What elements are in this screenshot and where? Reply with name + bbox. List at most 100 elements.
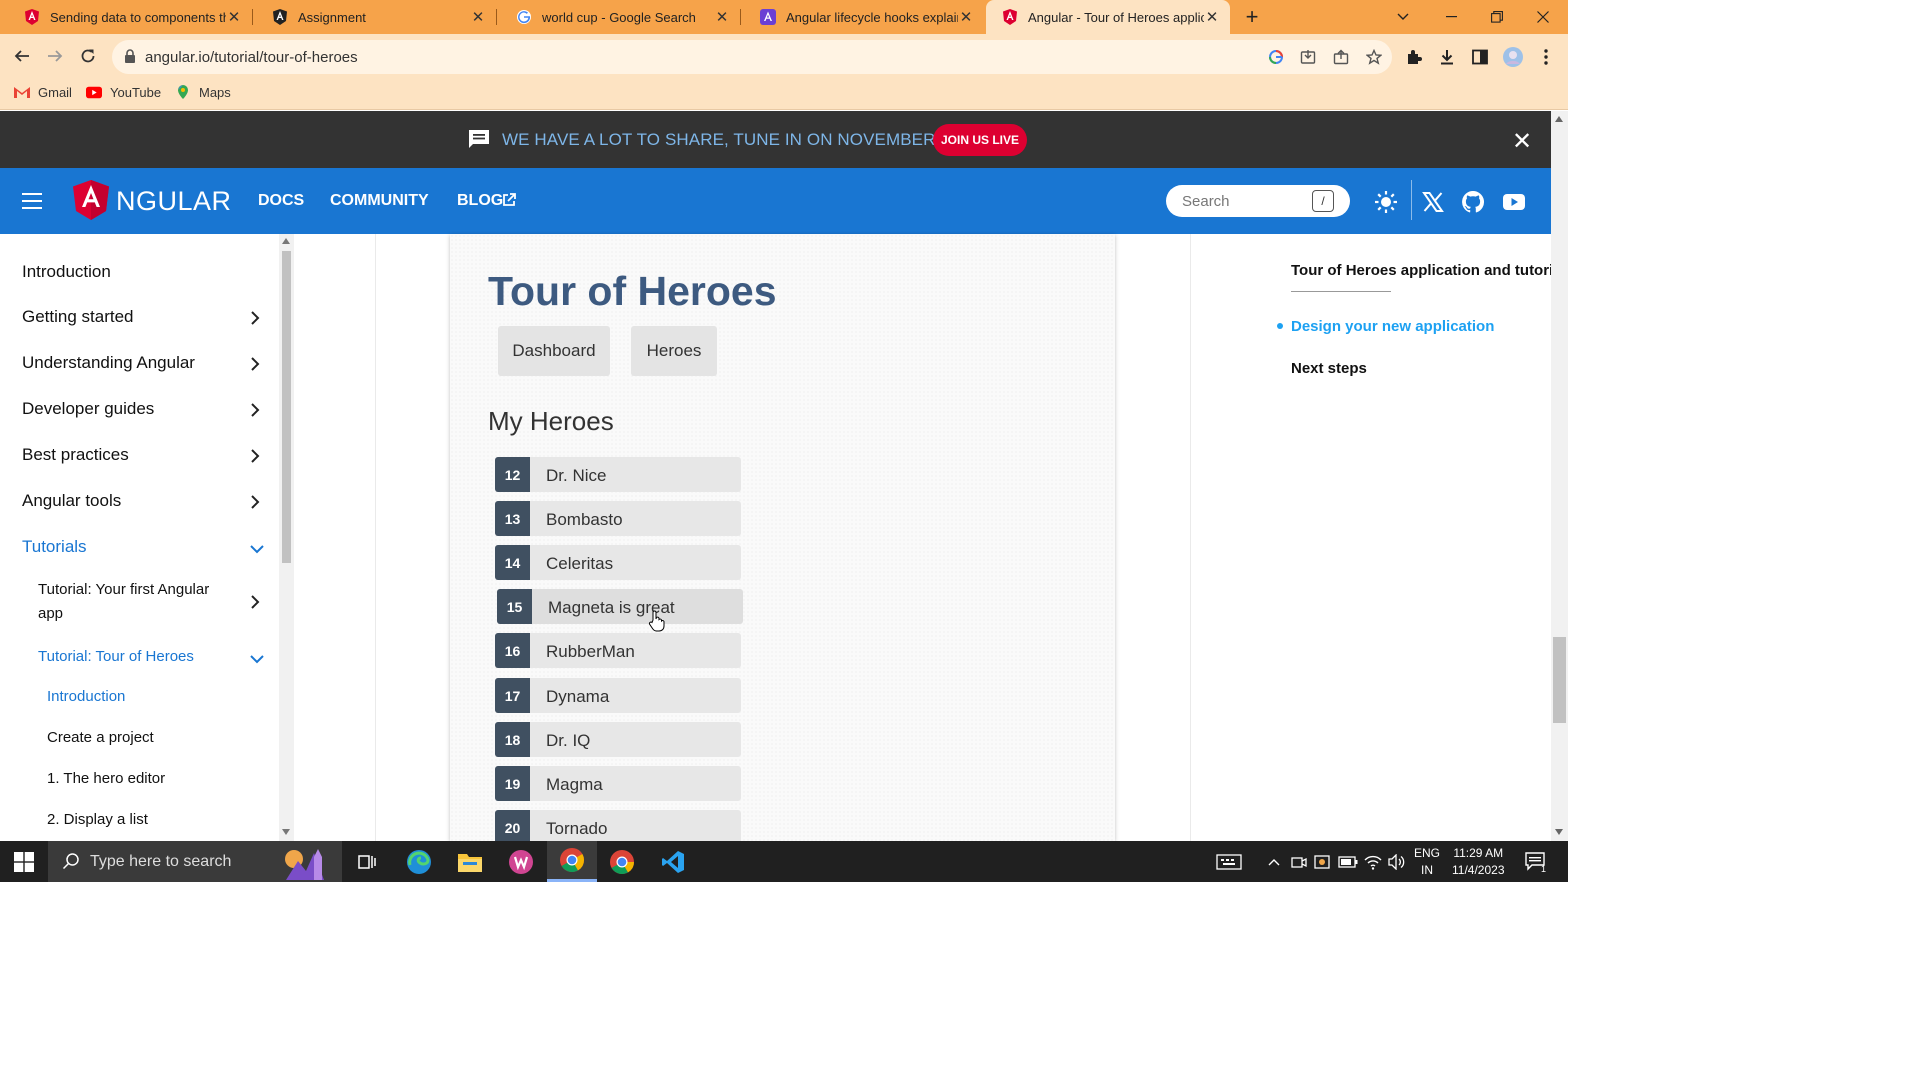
windows-start-icon[interactable]: [14, 852, 34, 872]
sidebar-item-tour-of-heroes[interactable]: Tutorial: Tour of Heroes: [38, 645, 258, 669]
search-input[interactable]: Search /: [1166, 185, 1350, 217]
chrome-profile-icon[interactable]: [597, 841, 647, 882]
chevron-down-icon[interactable]: [250, 651, 264, 664]
install-icon[interactable]: [1299, 48, 1317, 66]
chevron-down-icon[interactable]: [250, 541, 264, 554]
sidebar-item-tour-introduction[interactable]: Introduction: [47, 688, 297, 705]
scroll-up-arrow-icon[interactable]: [282, 238, 290, 244]
theme-toggle-sun-icon[interactable]: [1373, 189, 1399, 215]
hamburger-menu-icon[interactable]: [22, 193, 42, 209]
meet-now-icon[interactable]: [1289, 852, 1309, 872]
close-tab-icon[interactable]: ✕: [958, 8, 974, 26]
clock-time: 11:29 AM: [1453, 846, 1504, 860]
side-panel-icon[interactable]: [1469, 46, 1491, 68]
tab-assignment[interactable]: Assignment ✕: [256, 0, 496, 34]
taskbar-search-input[interactable]: Type here to search: [48, 841, 342, 882]
back-icon[interactable]: [10, 44, 34, 68]
join-us-live-button[interactable]: JOIN US LIVE: [933, 124, 1027, 156]
search-highlight-image[interactable]: [274, 843, 336, 885]
sidebar-item-hero-editor[interactable]: 1. The hero editor: [47, 770, 297, 787]
chevron-right-icon[interactable]: [250, 595, 262, 609]
battery-icon[interactable]: [1337, 852, 1359, 872]
toc-item-design[interactable]: Design your new application: [1291, 318, 1494, 335]
profile-avatar-icon[interactable]: [1502, 46, 1524, 68]
youtube-icon[interactable]: [1501, 189, 1527, 215]
sidebar-item-angular-tools[interactable]: Angular tools: [22, 491, 272, 511]
scroll-down-arrow-icon[interactable]: [1555, 829, 1563, 835]
sidebar-item-best-practices[interactable]: Best practices: [22, 445, 272, 465]
github-icon[interactable]: [1460, 189, 1486, 215]
toc-item-next-steps[interactable]: Next steps: [1291, 360, 1367, 377]
taskbar-clock[interactable]: 11:29 AM 11/4/2023: [1452, 845, 1505, 879]
bookmark-star-icon[interactable]: [1365, 48, 1383, 66]
security-icon[interactable]: [1312, 852, 1332, 872]
angular-logo-icon[interactable]: [73, 180, 109, 220]
language-indicator[interactable]: ENG IN: [1414, 845, 1440, 879]
file-explorer-icon[interactable]: [445, 841, 495, 882]
bookmark-youtube[interactable]: YouTube: [86, 84, 161, 100]
nav-community[interactable]: COMMUNITY: [330, 192, 429, 210]
vscode-icon[interactable]: [648, 841, 698, 882]
sidebar-item-understanding-angular[interactable]: Understanding Angular: [22, 353, 272, 373]
bookmark-gmail[interactable]: Gmail: [14, 84, 72, 100]
sidebar-item-first-angular-app[interactable]: Tutorial: Your first Angular app: [38, 578, 238, 626]
chevron-right-icon[interactable]: [250, 311, 262, 325]
tab-search-icon[interactable]: [1380, 0, 1426, 34]
tab-title: Sending data to components th: [50, 9, 226, 25]
sidebar-item-display-list[interactable]: 2. Display a list: [47, 811, 297, 828]
scrollbar-thumb[interactable]: [1553, 637, 1566, 723]
keyboard-layout-icon[interactable]: [1214, 852, 1244, 872]
download-icon[interactable]: [1436, 46, 1458, 68]
volume-icon[interactable]: [1386, 852, 1408, 872]
bookmark-maps[interactable]: Maps: [175, 84, 231, 100]
tab-sending-data[interactable]: Sending data to components th ✕: [8, 0, 252, 34]
angular-logo-text[interactable]: NGULAR: [116, 186, 232, 217]
minimize-icon[interactable]: [1428, 0, 1474, 34]
nav-docs[interactable]: DOCS: [258, 192, 304, 210]
chevron-up-icon[interactable]: [1264, 852, 1284, 872]
page-scrollbar[interactable]: [1551, 111, 1568, 841]
forward-icon[interactable]: [43, 44, 67, 68]
sidebar-item-developer-guides[interactable]: Developer guides: [22, 399, 272, 419]
scroll-up-arrow-icon[interactable]: [1555, 116, 1563, 122]
language-code: ENG: [1414, 846, 1441, 860]
close-tab-icon[interactable]: ✕: [226, 8, 242, 26]
scroll-down-arrow-icon[interactable]: [282, 829, 290, 835]
chevron-right-icon[interactable]: [250, 357, 262, 371]
tab-lifecycle-hooks[interactable]: Angular lifecycle hooks explaine ✕: [744, 0, 984, 34]
tab-tour-of-heroes[interactable]: Angular - Tour of Heroes applica ✕: [986, 0, 1230, 34]
sidebar-item-tutorials[interactable]: Tutorials: [22, 537, 272, 557]
close-tab-icon[interactable]: ✕: [1204, 8, 1220, 26]
hero-id-badge: 14: [495, 545, 530, 580]
task-view-icon[interactable]: [342, 841, 392, 882]
toc-item-overview[interactable]: Tour of Heroes application and tutorial: [1291, 262, 1566, 279]
sidebar-item-introduction[interactable]: Introduction: [22, 262, 272, 282]
scrollbar-thumb[interactable]: [282, 251, 291, 563]
close-tab-icon[interactable]: ✕: [470, 8, 486, 26]
close-tab-icon[interactable]: ✕: [714, 8, 730, 26]
share-icon[interactable]: [1332, 48, 1350, 66]
menu-kebab-icon[interactable]: [1535, 46, 1557, 68]
sidebar-item-create-project[interactable]: Create a project: [47, 729, 297, 746]
reload-icon[interactable]: [76, 44, 100, 68]
restore-icon[interactable]: [1474, 0, 1520, 34]
nav-blog[interactable]: BLOG: [457, 192, 503, 210]
extensions-icon[interactable]: [1403, 46, 1425, 68]
google-lens-icon[interactable]: [1267, 48, 1285, 66]
chrome-icon[interactable]: [547, 841, 597, 882]
tab-world-cup[interactable]: world cup - Google Search ✕: [500, 0, 740, 34]
sidebar-scrollbar[interactable]: [279, 234, 294, 841]
sidebar-item-getting-started[interactable]: Getting started: [22, 307, 272, 327]
close-window-icon[interactable]: [1520, 0, 1566, 34]
chevron-right-icon[interactable]: [250, 449, 262, 463]
new-tab-icon[interactable]: +: [1240, 4, 1264, 30]
wifi-icon[interactable]: [1362, 852, 1384, 872]
edge-icon[interactable]: [394, 841, 444, 882]
x-twitter-icon[interactable]: [1420, 189, 1446, 215]
chevron-right-icon[interactable]: [250, 495, 262, 509]
lock-icon[interactable]: [124, 49, 140, 65]
chevron-right-icon[interactable]: [250, 403, 262, 417]
close-icon[interactable]: ✕: [1512, 127, 1532, 156]
address-bar[interactable]: angular.io/tutorial/tour-of-heroes: [112, 40, 1392, 74]
writer-app-icon[interactable]: [496, 841, 546, 882]
